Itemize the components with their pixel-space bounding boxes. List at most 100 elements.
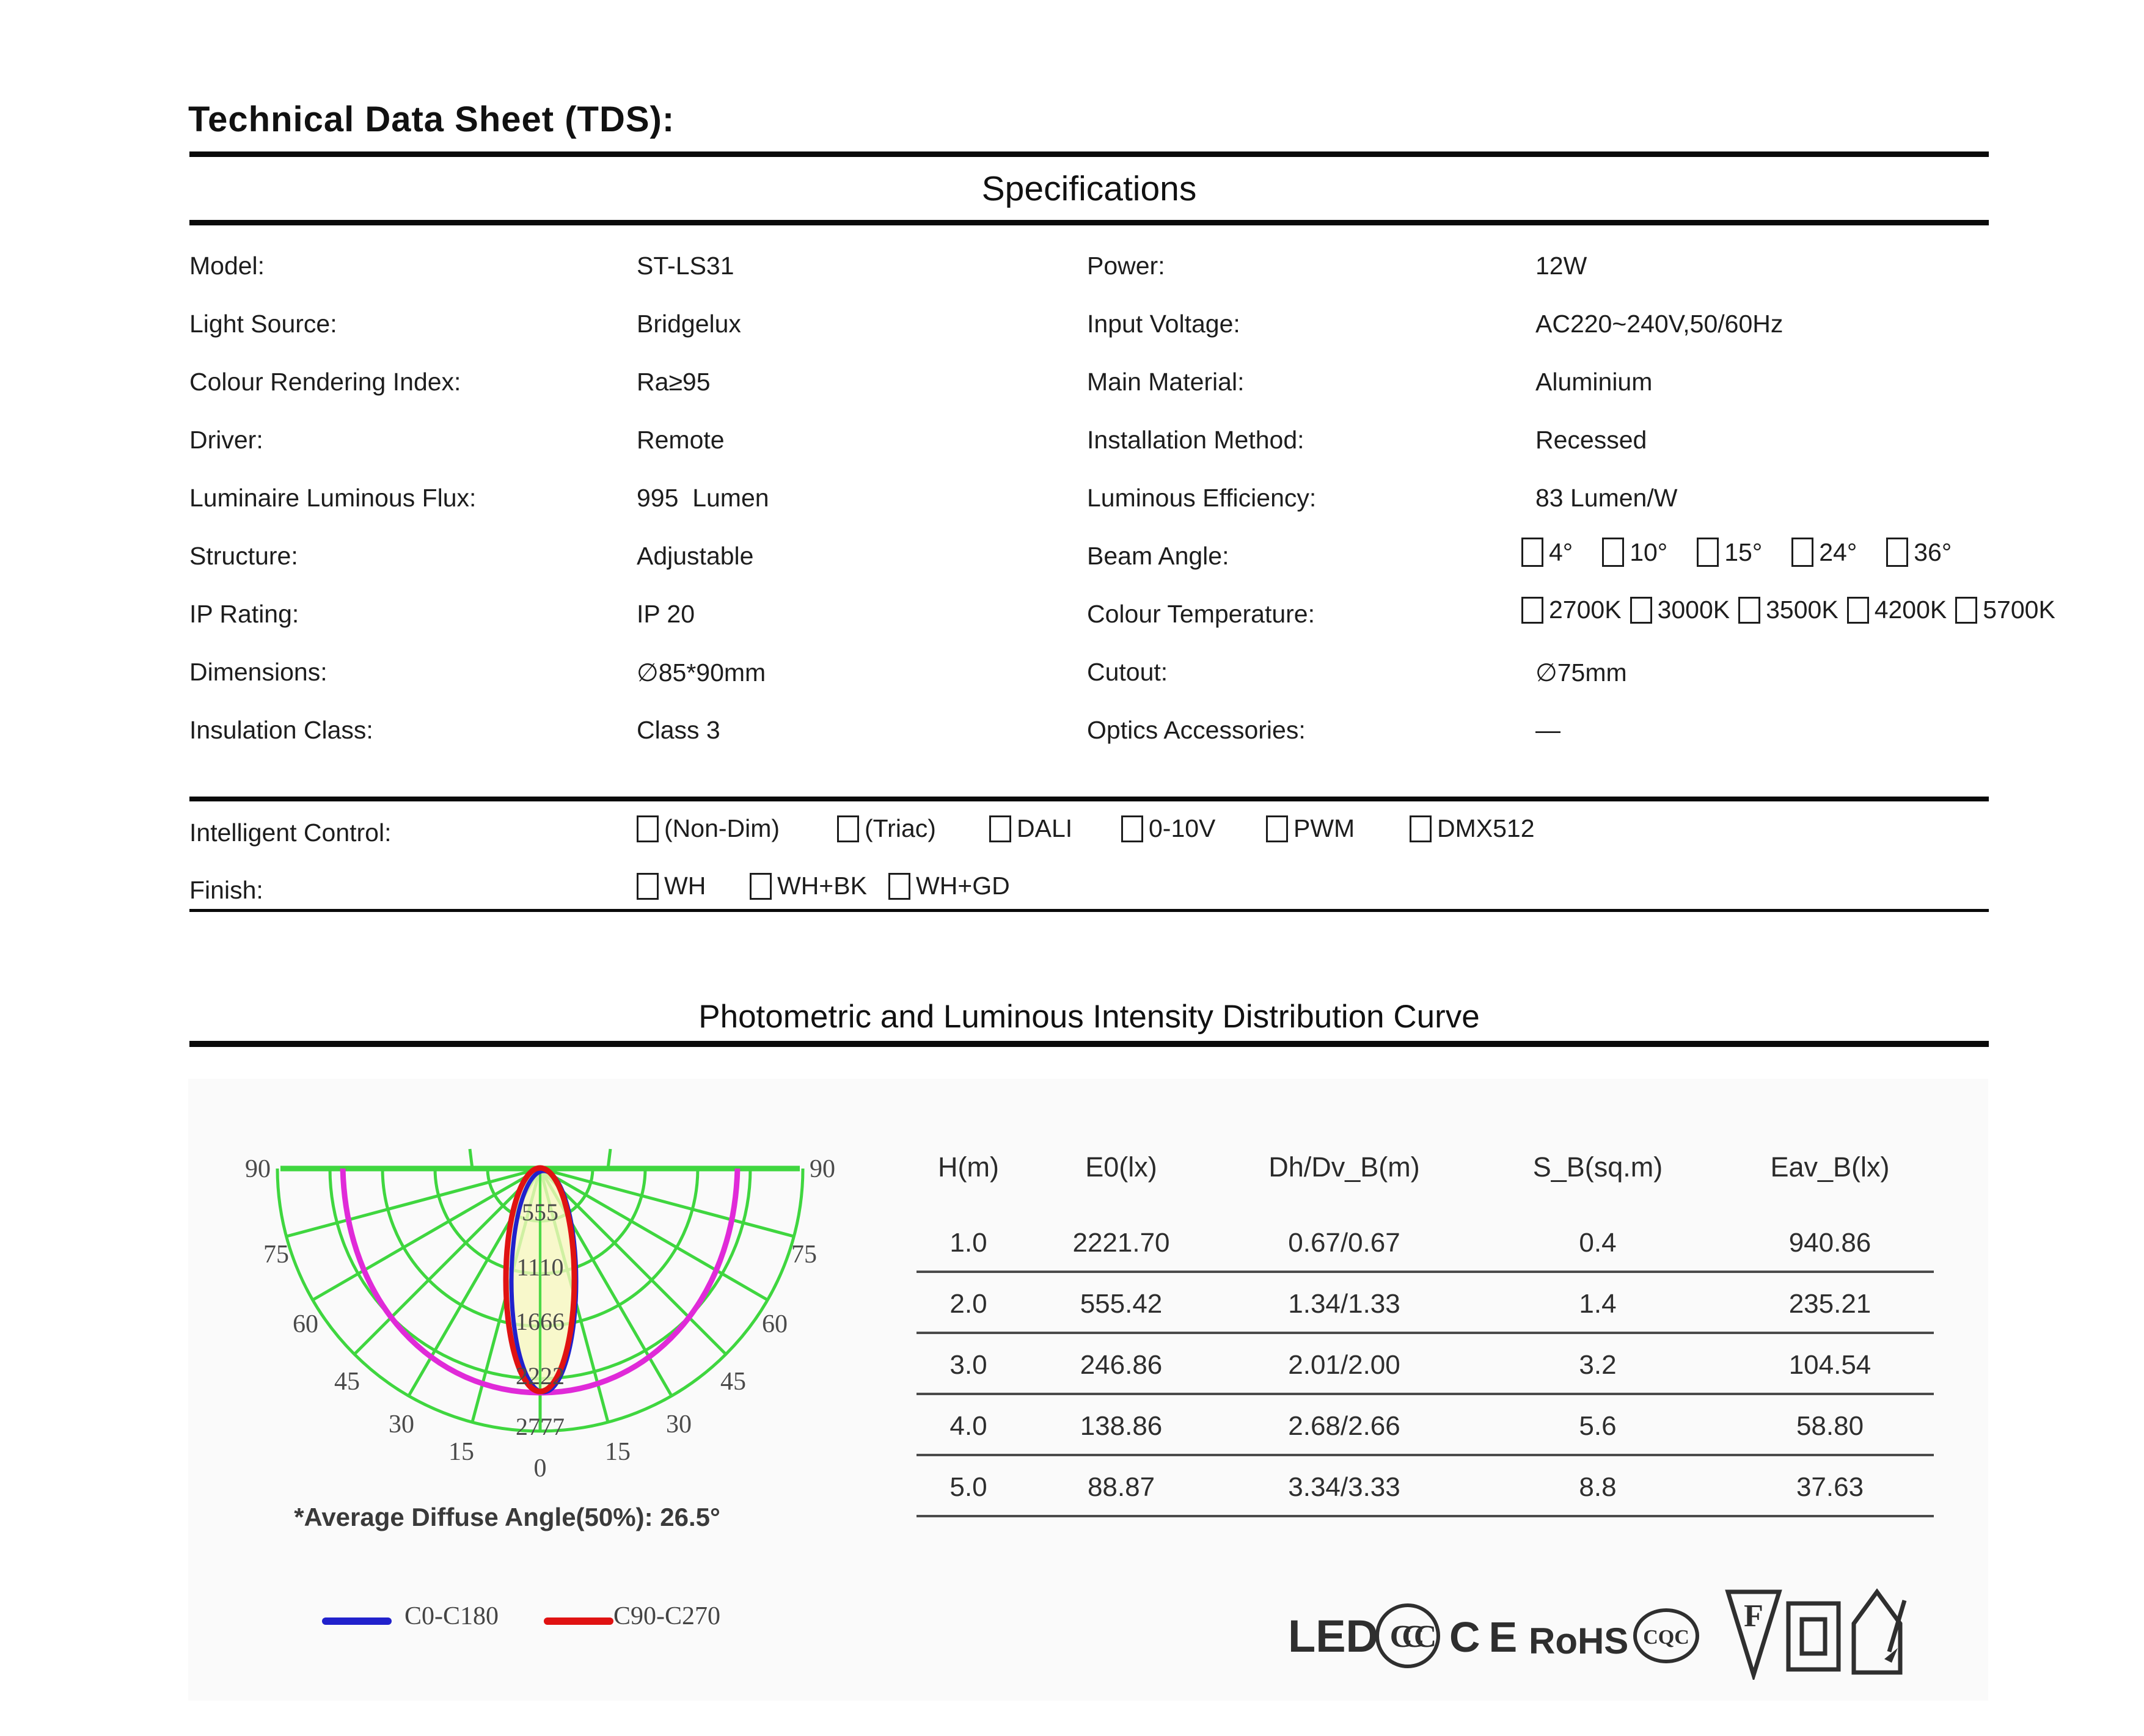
spec-section-heading: Specifications: [981, 169, 1197, 208]
table-cell: 3.2: [1579, 1350, 1617, 1380]
checkbox[interactable]: [750, 872, 772, 900]
option-label: WH+GD: [916, 872, 1010, 900]
ccc-mark-label: CCC: [1390, 1619, 1435, 1654]
spec-value: ∅75mm: [1535, 658, 1627, 687]
checkbox[interactable]: [837, 815, 859, 842]
option-label: 3000K: [1657, 596, 1730, 624]
table-cell: 104.54: [1788, 1350, 1871, 1380]
checkbox[interactable]: [1738, 596, 1761, 624]
option-label: WH: [664, 872, 706, 900]
table-cell: 0.67/0.67: [1288, 1228, 1400, 1258]
control-option: DMX512: [1410, 814, 1535, 843]
checkbox[interactable]: [1602, 538, 1625, 567]
option-label: WH+BK: [777, 872, 867, 900]
table-row-divider: [917, 1271, 1934, 1273]
table-cell: 58.80: [1796, 1411, 1864, 1441]
control-option: 0-10V: [1121, 814, 1215, 843]
spec-label: Cutout:: [1087, 658, 1168, 686]
divider-photometric: [189, 1041, 1989, 1047]
option-label: 5700K: [1983, 596, 2055, 624]
spec-label: Dimensions:: [189, 658, 327, 686]
checkbox[interactable]: [1521, 538, 1543, 567]
spec-label: Luminaire Luminous Flux:: [189, 484, 477, 512]
spec-label: Intelligent Control:: [189, 819, 392, 847]
colour-temp-option: 5700K: [1955, 596, 2055, 624]
divider-top: [189, 151, 1989, 157]
table-cell: 88.87: [1087, 1472, 1155, 1502]
spec-label: Optics Accessories:: [1087, 716, 1306, 744]
colour-temp-option: 3000K: [1630, 596, 1730, 624]
cqc-mark-icon: CQC: [1633, 1608, 1699, 1663]
spec-value: Bridgelux: [637, 310, 741, 338]
checkbox[interactable]: [1791, 538, 1814, 567]
finish-option: WH: [637, 872, 706, 900]
spec-value: Remote: [637, 426, 725, 454]
ring-label: 2777: [516, 1413, 565, 1440]
angle-label: 75: [263, 1241, 289, 1269]
table-cell: 2.68/2.66: [1288, 1411, 1400, 1441]
checkbox[interactable]: [1410, 815, 1432, 842]
ring-label: 1110: [516, 1253, 563, 1281]
spec-label: Structure:: [189, 542, 298, 570]
table-cell: 246.86: [1080, 1350, 1163, 1380]
control-option: (Non-Dim): [637, 814, 780, 843]
table-header: S_B(sq.m): [1532, 1151, 1663, 1183]
spec-value: 12W: [1535, 252, 1587, 280]
table-cell: 940.86: [1788, 1228, 1871, 1258]
ccc-mark-icon: CCC: [1375, 1603, 1442, 1668]
spec-label: Driver:: [189, 426, 263, 454]
angle-label: 15: [605, 1438, 631, 1466]
spec-value: Class 3: [637, 716, 720, 744]
option-label: 4200K: [1874, 596, 1947, 624]
checkbox[interactable]: [1886, 538, 1909, 567]
f-mark-icon: F: [1725, 1589, 1782, 1680]
table-cell: 235.21: [1788, 1289, 1871, 1319]
beam-angle-option: 24°: [1791, 538, 1857, 567]
ring-label: 2222: [516, 1362, 565, 1390]
colour-temp-option: 2700K: [1521, 596, 1622, 624]
page-title: Technical Data Sheet (TDS):: [188, 100, 675, 139]
tds-page: Technical Data Sheet (TDS): Specificatio…: [0, 0, 2144, 1736]
checkbox[interactable]: [1697, 538, 1719, 567]
table-cell: 0.4: [1579, 1228, 1617, 1258]
checkbox[interactable]: [1121, 815, 1143, 842]
table-cell: 1.34/1.33: [1288, 1289, 1400, 1319]
spec-value: ∅85*90mm: [637, 658, 766, 687]
control-option: PWM: [1266, 814, 1355, 843]
legend-swatch-c0-c180: [322, 1617, 392, 1625]
beam-angle-option: 4°: [1521, 538, 1573, 567]
checkbox[interactable]: [1266, 815, 1288, 842]
checkbox[interactable]: [1955, 596, 1978, 624]
beam-angle-options: 4° 10° 15° 24° 36°: [1521, 538, 1952, 567]
table-cell: 3.0: [949, 1350, 987, 1380]
checkbox[interactable]: [1521, 596, 1543, 624]
spec-label: Colour Temperature:: [1087, 600, 1315, 628]
indoor-use-house-icon: [1851, 1588, 1907, 1675]
spec-label: Light Source:: [189, 310, 337, 338]
option-label: 4°: [1549, 538, 1573, 566]
option-label: 24°: [1819, 538, 1857, 566]
colour-temperature-options: 2700K 3000K 3500K 4200K 5700K: [1521, 596, 2055, 624]
option-label: 3500K: [1766, 596, 1838, 624]
spec-label: Input Voltage:: [1087, 310, 1240, 338]
cqc-mark-label: CQC: [1643, 1626, 1689, 1649]
checkbox[interactable]: [1846, 596, 1869, 624]
beam-angle-option: 15°: [1697, 538, 1762, 567]
option-label: 0-10V: [1149, 814, 1216, 842]
checkbox[interactable]: [637, 872, 659, 900]
checkbox[interactable]: [888, 872, 910, 900]
colour-temp-option: 3500K: [1738, 596, 1838, 624]
polar-distribution-chart: 555 1110 1666 2222 2777 90 90 75 75 60 6…: [245, 1148, 835, 1483]
option-label: DMX512: [1437, 814, 1535, 842]
checkbox[interactable]: [989, 815, 1011, 842]
table-row-divider: [917, 1332, 1934, 1334]
checkbox[interactable]: [1630, 596, 1652, 624]
table-header: Dh/Dv_B(m): [1268, 1151, 1420, 1183]
checkbox[interactable]: [637, 815, 659, 842]
spec-value: 995 Lumen: [637, 484, 769, 512]
ring-label: 1666: [516, 1308, 565, 1335]
angle-label: 45: [334, 1368, 360, 1396]
table-cell: 37.63: [1796, 1472, 1864, 1502]
option-label: 36°: [1914, 538, 1952, 566]
spec-value: IP 20: [637, 600, 695, 628]
